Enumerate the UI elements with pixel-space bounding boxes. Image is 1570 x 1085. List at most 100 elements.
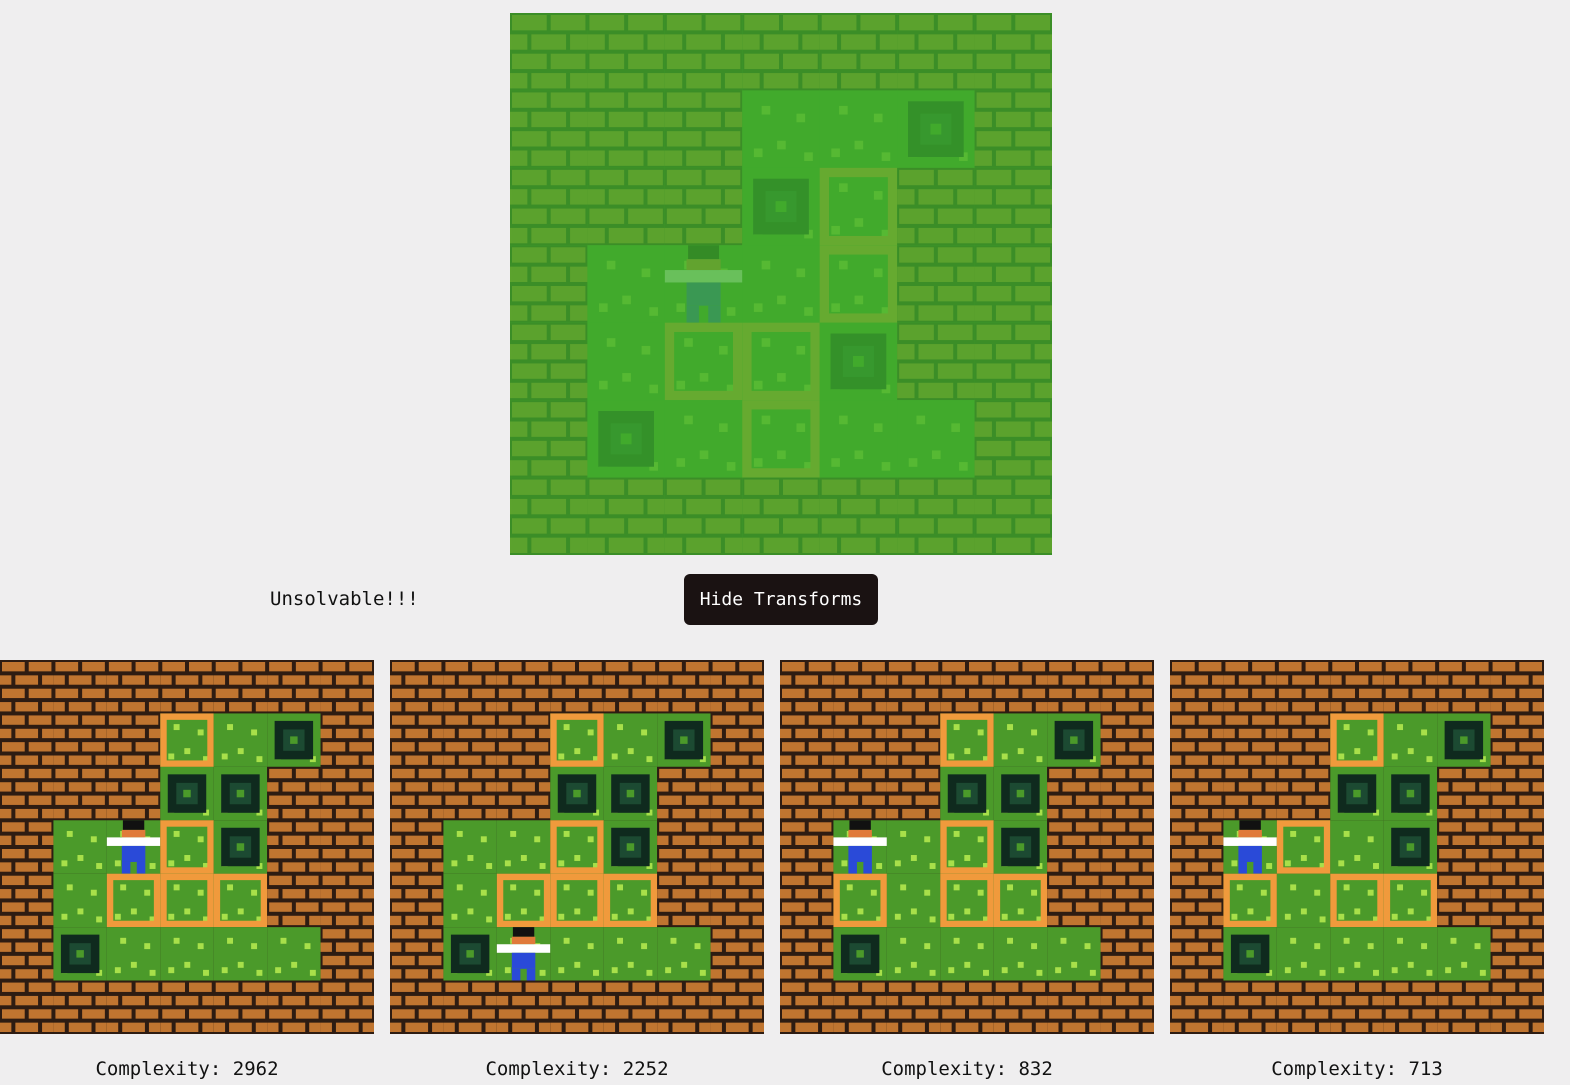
wall-tile <box>106 660 161 714</box>
wall-tile <box>780 660 834 714</box>
wall-tile <box>1383 660 1438 714</box>
wall-tile <box>320 820 374 874</box>
wall-tile <box>833 713 887 767</box>
wall-tile <box>1437 980 1491 1034</box>
transform-preview-1[interactable] <box>0 660 374 1034</box>
goal-target <box>1391 774 1430 813</box>
wall-tile <box>993 980 1048 1034</box>
transform-level-canvas <box>780 660 1154 1034</box>
transform-level-canvas <box>390 660 764 1034</box>
floor-tile <box>1223 873 1277 928</box>
complexity-label-4: Complexity: 713 <box>1271 1058 1443 1080</box>
wall-tile <box>1490 820 1544 874</box>
wall-tile <box>993 660 1048 714</box>
floor-tile <box>160 820 214 874</box>
wall-tile <box>1170 660 1224 714</box>
wall-tile <box>496 980 551 1034</box>
floor-tile <box>496 820 551 874</box>
wall-tile <box>320 873 374 928</box>
wall-tile <box>213 980 268 1034</box>
wall-tile <box>780 713 834 767</box>
floor-tile <box>886 820 941 874</box>
wall-tile <box>1170 713 1224 767</box>
wall-tile <box>1330 980 1384 1034</box>
goal-target <box>1054 720 1094 760</box>
floor-tile <box>1330 820 1384 874</box>
wall-tile <box>496 660 551 714</box>
wall-tile <box>1490 980 1544 1034</box>
wall-tile <box>390 820 444 874</box>
complexity-label-1: Complexity: 2962 <box>95 1058 279 1080</box>
wall-tile <box>657 660 711 714</box>
wall-tile <box>320 927 374 981</box>
wall-tile <box>1223 766 1277 821</box>
wall-tile <box>443 980 497 1034</box>
goal-target <box>1001 774 1040 813</box>
goal-target <box>611 827 650 867</box>
wall-tile <box>1100 766 1154 821</box>
wall-tile <box>106 713 161 767</box>
goal-target <box>450 934 490 974</box>
floor-tile <box>550 927 604 981</box>
main-level-canvas <box>510 13 1052 555</box>
wall-tile <box>267 820 321 874</box>
floor-tile <box>550 713 604 767</box>
wall-tile <box>603 980 658 1034</box>
wall-tile <box>267 873 321 928</box>
wall-tile <box>1223 713 1277 767</box>
wall-tile <box>213 660 268 714</box>
wall-tile <box>657 980 711 1034</box>
complexity-label-3: Complexity: 832 <box>881 1058 1053 1080</box>
wall-tile <box>53 713 107 767</box>
floor-tile <box>1330 713 1384 767</box>
floor-tile <box>213 873 268 928</box>
wall-tile <box>657 873 711 928</box>
floor-tile <box>267 927 321 981</box>
floor-tile <box>940 927 994 981</box>
floor-tile <box>106 873 161 928</box>
wall-tile <box>1170 927 1224 981</box>
wall-tile <box>390 766 444 821</box>
goal-target <box>557 774 597 813</box>
wall-tile <box>550 660 604 714</box>
floor-tile <box>886 927 941 981</box>
wall-tile <box>886 660 941 714</box>
wall-tile <box>1490 927 1544 981</box>
floor-tile <box>550 820 604 874</box>
floor-tile <box>940 873 994 928</box>
transform-preview-2[interactable] <box>390 660 764 1034</box>
transform-preview-3[interactable] <box>780 660 1154 1034</box>
floor-tile <box>603 873 658 928</box>
goal-target <box>947 774 987 813</box>
floor-tile <box>53 873 107 928</box>
wall-tile <box>1223 660 1277 714</box>
wall-tile <box>267 660 321 714</box>
wall-tile <box>390 927 444 981</box>
goal-target <box>274 720 314 760</box>
complexity-label-2: Complexity: 2252 <box>485 1058 669 1080</box>
wall-tile <box>1047 980 1101 1034</box>
wall-tile <box>1437 873 1491 928</box>
goal-target <box>840 934 880 974</box>
wall-tile <box>710 980 764 1034</box>
transform-preview-4[interactable] <box>1170 660 1544 1034</box>
wall-tile <box>1100 660 1154 714</box>
hide-transforms-button[interactable]: Hide Transforms <box>684 574 878 625</box>
wall-tile <box>1383 980 1438 1034</box>
wall-tile <box>496 713 551 767</box>
wall-tile <box>390 660 444 714</box>
wall-tile <box>1490 873 1544 928</box>
goal-target <box>60 934 100 974</box>
wall-tile <box>106 980 161 1034</box>
floor-tile <box>1330 873 1384 928</box>
floor-tile <box>940 713 994 767</box>
floor-tile <box>160 713 214 767</box>
floor-tile <box>657 927 711 981</box>
wall-tile <box>886 713 941 767</box>
wall-tile <box>780 927 834 981</box>
floor-tile <box>160 927 214 981</box>
wall-tile <box>0 820 54 874</box>
wall-tile <box>550 980 604 1034</box>
wall-tile <box>780 873 834 928</box>
wall-tile <box>1170 766 1224 821</box>
